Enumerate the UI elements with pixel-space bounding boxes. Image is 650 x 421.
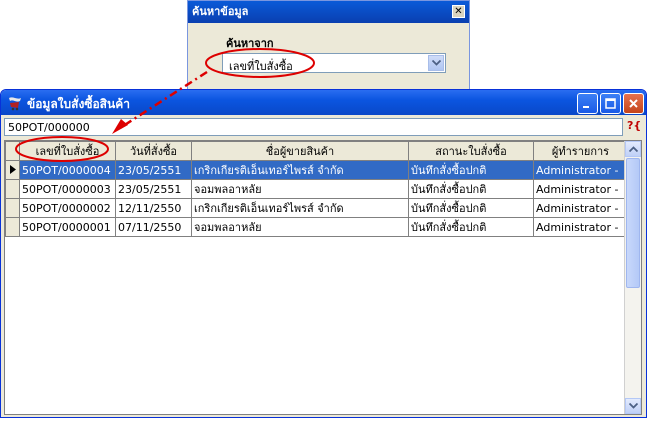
column-header-supplier[interactable]: ชื่อผู้ขายสินค้า bbox=[191, 141, 409, 161]
cell-po-number[interactable]: 50POT/0000001 bbox=[19, 217, 116, 237]
cell-po-number[interactable]: 50POT/0000003 bbox=[19, 179, 116, 199]
cell-created-by[interactable]: Administrator - bbox=[533, 217, 628, 237]
scrollbar-thumb[interactable] bbox=[626, 158, 640, 288]
table-row[interactable]: 50POT/0000001 07/11/2550 จอมพลอาหลัย บัน… bbox=[5, 217, 628, 237]
maximize-icon[interactable] bbox=[600, 93, 621, 114]
row-indicator bbox=[5, 198, 20, 218]
scroll-down-icon[interactable] bbox=[625, 398, 641, 414]
filter-options-icon[interactable]: ?{ bbox=[627, 119, 643, 135]
cell-po-number[interactable]: 50POT/0000002 bbox=[19, 198, 116, 218]
cell-status[interactable]: บันทึกสั่งซื้อปกติ bbox=[408, 160, 534, 180]
row-indicator bbox=[5, 217, 20, 237]
search-field-select[interactable]: เลขที่ใบสั่งซื้อ bbox=[222, 53, 446, 73]
window-title: ข้อมูลใบสั่งซื้อสินค้า bbox=[27, 97, 130, 111]
cell-created-by[interactable]: Administrator - bbox=[533, 198, 628, 218]
cell-supplier[interactable]: เกริกเกียรติเอ็นเทอร์ไพรส์ จำกัด bbox=[191, 198, 409, 218]
close-icon[interactable] bbox=[623, 93, 644, 114]
row-pointer-icon bbox=[5, 160, 20, 180]
chevron-down-icon[interactable] bbox=[428, 55, 444, 71]
cell-supplier[interactable]: จอมพลอาหลัย bbox=[191, 217, 409, 237]
column-header-order-date[interactable]: วันที่สั่งซื้อ bbox=[115, 141, 192, 161]
filter-input[interactable]: 50POT/000000 bbox=[4, 118, 623, 136]
cell-order-date[interactable]: 07/11/2550 bbox=[115, 217, 192, 237]
vertical-scrollbar[interactable] bbox=[624, 141, 641, 414]
purchase-order-window: ข้อมูลใบสั่งซื้อสินค้า 50POT/000000 ?{ เ… bbox=[0, 89, 647, 418]
search-dialog-title: ค้นหาข้อมูล bbox=[192, 5, 249, 18]
scroll-up-icon[interactable] bbox=[625, 141, 641, 157]
purchase-order-grid: เลขที่ใบสั่งซื้อ วันที่สั่งซื้อ ชื่อผู้ข… bbox=[4, 140, 642, 415]
column-header-created-by[interactable]: ผู้ทำรายการ bbox=[533, 141, 628, 161]
table-header-row: เลขที่ใบสั่งซื้อ วันที่สั่งซื้อ ชื่อผู้ข… bbox=[5, 141, 628, 161]
search-dialog-titlebar[interactable]: ค้นหาข้อมูล ✕ bbox=[188, 1, 469, 23]
row-indicator-header bbox=[5, 141, 20, 161]
cell-supplier[interactable]: จอมพลอาหลัย bbox=[191, 179, 409, 199]
search-from-label: ค้นหาจาก bbox=[226, 37, 274, 50]
search-field-value: เลขที่ใบสั่งซื้อ bbox=[229, 60, 293, 73]
column-header-status[interactable]: สถานะใบสั่งซื้อ bbox=[408, 141, 534, 161]
search-dialog: ค้นหาข้อมูล ✕ ค้นหาจาก เลขที่ใบสั่งซื้อ bbox=[187, 0, 470, 95]
purchase-order-table: เลขที่ใบสั่งซื้อ วันที่สั่งซื้อ ชื่อผู้ข… bbox=[5, 141, 628, 237]
filter-value: 50POT/000000 bbox=[8, 121, 90, 134]
table-row[interactable]: 50POT/0000003 23/05/2551 จอมพลอาหลัย บัน… bbox=[5, 179, 628, 199]
app-icon bbox=[9, 97, 21, 111]
cell-created-by[interactable]: Administrator - bbox=[533, 179, 628, 199]
column-header-po-number[interactable]: เลขที่ใบสั่งซื้อ bbox=[19, 141, 116, 161]
cell-status[interactable]: บันทึกสั่งซื้อปกติ bbox=[408, 198, 534, 218]
row-indicator bbox=[5, 179, 20, 199]
table-row[interactable]: 50POT/0000002 12/11/2550 เกริกเกียรติเอ็… bbox=[5, 198, 628, 218]
cell-po-number[interactable]: 50POT/0000004 bbox=[19, 160, 116, 180]
cell-supplier[interactable]: เกริกเกียรติเอ็นเทอร์ไพรส์ จำกัด bbox=[191, 160, 409, 180]
minimize-icon[interactable] bbox=[577, 93, 598, 114]
cell-order-date[interactable]: 23/05/2551 bbox=[115, 179, 192, 199]
cell-status[interactable]: บันทึกสั่งซื้อปกติ bbox=[408, 217, 534, 237]
cell-order-date[interactable]: 12/11/2550 bbox=[115, 198, 192, 218]
cell-status[interactable]: บันทึกสั่งซื้อปกติ bbox=[408, 179, 534, 199]
window-titlebar[interactable]: ข้อมูลใบสั่งซื้อสินค้า bbox=[1, 90, 646, 115]
close-icon[interactable]: ✕ bbox=[452, 5, 465, 18]
cell-created-by[interactable]: Administrator - bbox=[533, 160, 628, 180]
cell-order-date[interactable]: 23/05/2551 bbox=[115, 160, 192, 180]
table-row[interactable]: 50POT/0000004 23/05/2551 เกริกเกียรติเอ็… bbox=[5, 160, 628, 180]
